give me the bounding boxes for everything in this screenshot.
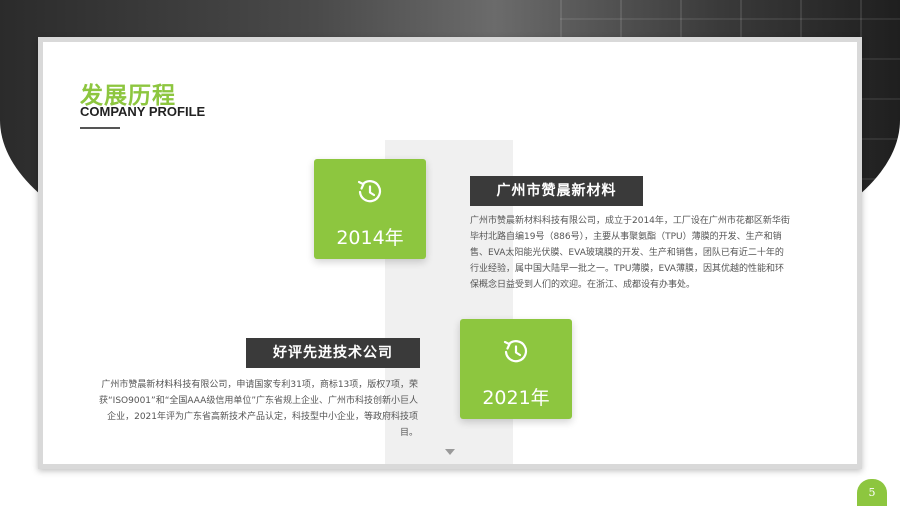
milestone-description: 广州市赞晨新材料科技有限公司，成立于2014年，工厂设在广州市花都区新华街毕村北… (470, 216, 790, 290)
milestone-description: 广州市赞晨新材料科技有限公司，申请国家专利31项，商标13项，版权7项，荣获“I… (99, 380, 418, 438)
down-arrow-icon (445, 449, 455, 455)
milestone-heading: 广州市赞晨新材料 (470, 176, 643, 206)
clock-history-icon (501, 337, 531, 367)
clock-history-icon (355, 177, 385, 207)
year-label: 2021年 (482, 387, 550, 409)
year-label: 2014年 (336, 227, 404, 249)
page-subtitle: COMPANY PROFILE (80, 104, 206, 119)
year-box-2021: 2021年 (460, 319, 572, 419)
milestone-heading: 好评先进技术公司 (246, 338, 420, 368)
title-underline (80, 127, 120, 129)
page-number-badge: 5 (857, 479, 887, 506)
year-box-2014: 2014年 (314, 159, 426, 259)
